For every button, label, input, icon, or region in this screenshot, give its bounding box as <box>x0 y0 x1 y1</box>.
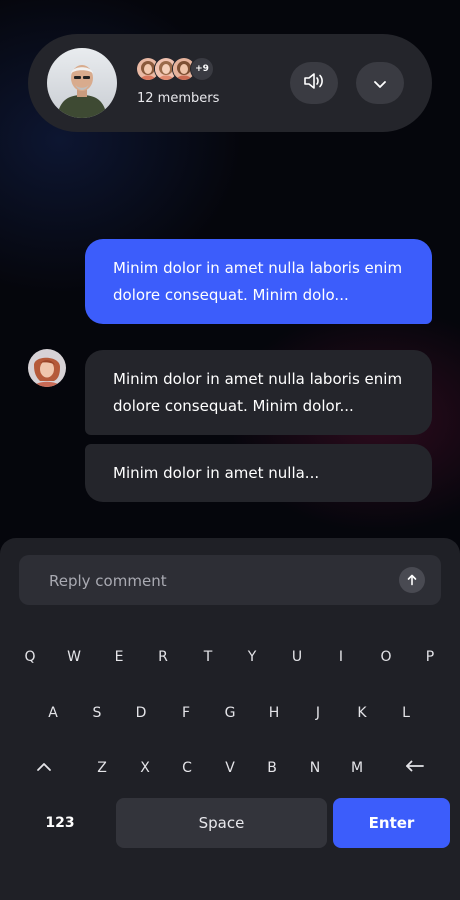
message-bubble-incoming[interactable]: Minim dolor in amet nulla... <box>85 444 432 502</box>
key-k[interactable]: K <box>347 698 377 728</box>
key-w[interactable]: W <box>59 642 89 672</box>
more-members-badge: +9 <box>190 57 214 81</box>
reply-box <box>19 555 441 607</box>
key-l[interactable]: L <box>391 698 421 728</box>
message-bubble-incoming[interactable]: Minim dolor in amet nulla laboris enim d… <box>85 350 432 435</box>
sender-avatar[interactable] <box>28 349 66 387</box>
key-p[interactable]: P <box>415 642 445 672</box>
key-b[interactable]: B <box>257 753 287 783</box>
space-key[interactable]: Space <box>116 798 327 848</box>
speaker-button[interactable] <box>290 62 338 104</box>
arrow-up-icon <box>406 571 418 590</box>
key-h[interactable]: H <box>259 698 289 728</box>
message-text: Minim dolor in amet nulla... <box>113 463 320 482</box>
key-a[interactable]: A <box>38 698 68 728</box>
chat-header: +9 12 members <box>28 34 432 132</box>
key-f[interactable]: F <box>171 698 201 728</box>
key-m[interactable]: M <box>342 753 372 783</box>
keyboard-panel: Q W E R T Y U I O P A S D F G H J K L Z … <box>0 538 460 900</box>
key-x[interactable]: X <box>130 753 160 783</box>
shift-icon <box>36 760 52 776</box>
speaker-icon <box>303 71 325 95</box>
numbers-key[interactable]: 123 <box>20 798 100 848</box>
key-n[interactable]: N <box>300 753 330 783</box>
key-j[interactable]: J <box>303 698 333 728</box>
send-button[interactable] <box>399 567 425 593</box>
chevron-down-icon <box>372 74 388 93</box>
key-v[interactable]: V <box>215 753 245 783</box>
key-u[interactable]: U <box>282 642 312 672</box>
enter-key[interactable]: Enter <box>333 798 450 848</box>
key-c[interactable]: C <box>172 753 202 783</box>
key-i[interactable]: I <box>326 642 356 672</box>
key-t[interactable]: T <box>193 642 223 672</box>
key-y[interactable]: Y <box>237 642 267 672</box>
key-r[interactable]: R <box>148 642 178 672</box>
key-z[interactable]: Z <box>87 753 117 783</box>
key-o[interactable]: O <box>371 642 401 672</box>
message-bubble-outgoing[interactable]: Minim dolor in amet nulla laboris enim d… <box>85 239 432 324</box>
backspace-key[interactable] <box>400 753 430 783</box>
message-text: Minim dolor in amet nulla laboris enim d… <box>113 369 403 415</box>
key-s[interactable]: S <box>82 698 112 728</box>
group-avatar[interactable] <box>47 48 117 118</box>
key-d[interactable]: D <box>126 698 156 728</box>
reply-input[interactable] <box>47 555 391 607</box>
backspace-icon <box>405 760 425 776</box>
member-count: 12 members <box>137 91 220 106</box>
key-e[interactable]: E <box>104 642 134 672</box>
key-g[interactable]: G <box>215 698 245 728</box>
shift-key[interactable] <box>29 753 59 783</box>
message-text: Minim dolor in amet nulla laboris enim d… <box>113 258 403 304</box>
collapse-button[interactable] <box>356 62 404 104</box>
key-q[interactable]: Q <box>15 642 45 672</box>
